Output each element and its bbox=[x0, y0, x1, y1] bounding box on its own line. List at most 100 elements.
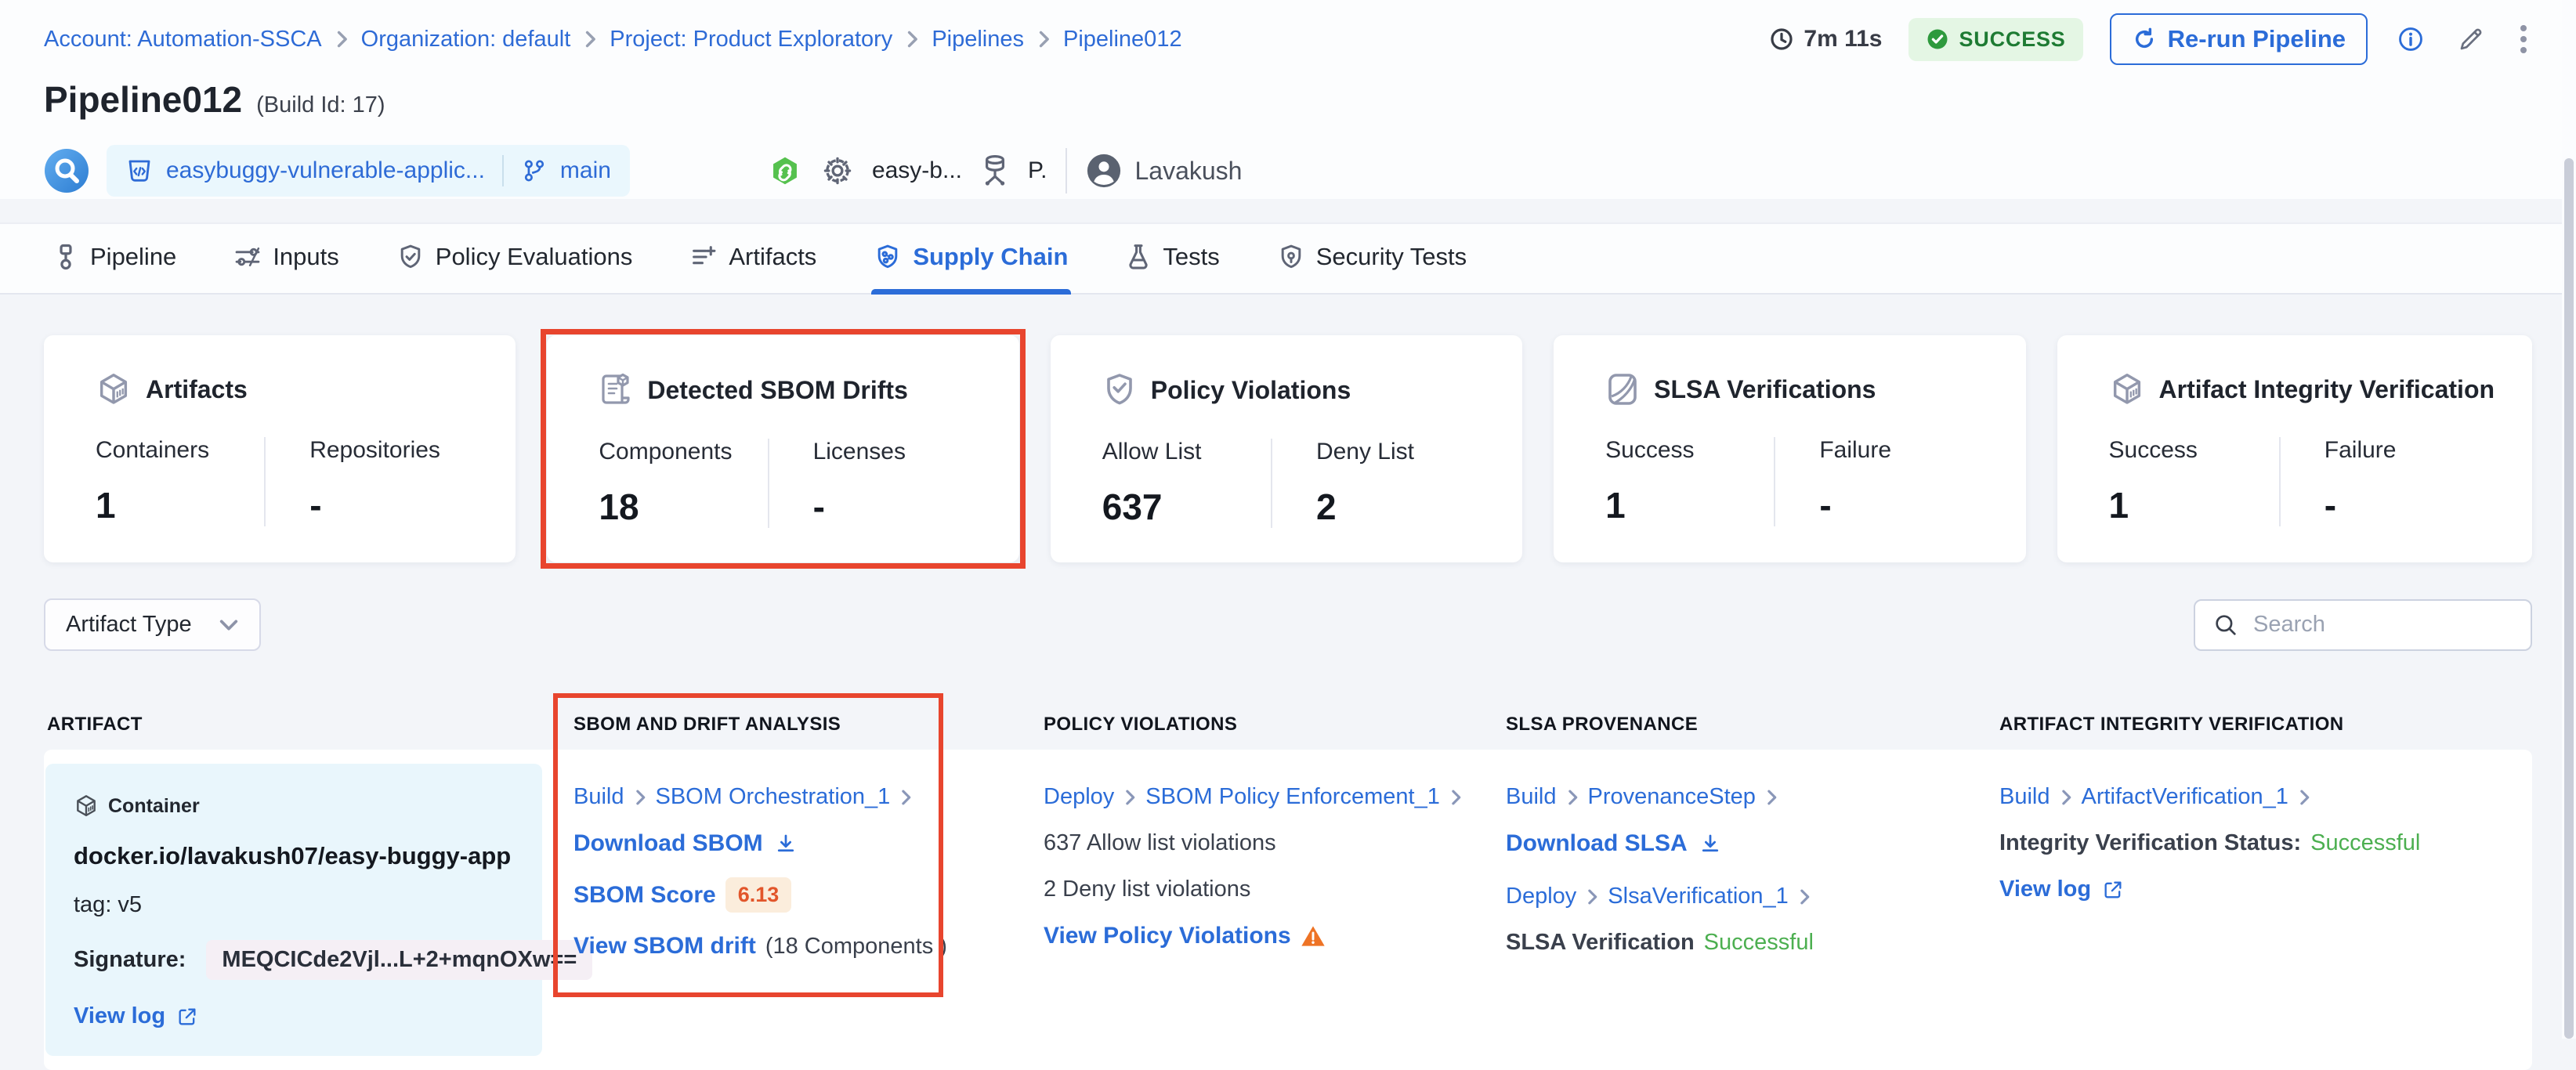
sbom-drift-components: (18 Components ) bbox=[765, 934, 947, 960]
breadcrumb-current[interactable]: Pipeline012 bbox=[1063, 27, 1182, 52]
download-icon bbox=[1699, 832, 1722, 855]
card-artifact-integrity-verification: Artifact Integrity Verification Success … bbox=[2057, 335, 2533, 562]
breadcrumb-account[interactable]: Account: Automation-SSCA bbox=[44, 27, 322, 52]
delegate-icon bbox=[979, 154, 1011, 188]
refresh-icon bbox=[2132, 27, 2157, 52]
branch-name[interactable]: main bbox=[560, 157, 611, 184]
status-badge: SUCCESS bbox=[1908, 18, 2082, 61]
webhook-trigger-icon bbox=[767, 153, 803, 189]
breadcrumb-pipelines[interactable]: Pipelines bbox=[932, 27, 1024, 52]
stage-link-build[interactable]: Build bbox=[1506, 784, 1557, 810]
chevron-right-icon bbox=[583, 30, 597, 49]
vertical-scrollbar[interactable] bbox=[2562, 0, 2576, 1039]
scrollbar-thumb[interactable] bbox=[2564, 158, 2574, 1039]
stage-link-deploy[interactable]: Deploy bbox=[1506, 884, 1576, 909]
sbom-score-link[interactable]: SBOM Score bbox=[573, 882, 716, 909]
integrity-status-value: Successful bbox=[2310, 830, 2420, 856]
metric-licenses: Licenses - bbox=[768, 439, 982, 528]
metric-components: Components 18 bbox=[599, 439, 767, 528]
artifact-type-chip: Container bbox=[74, 793, 514, 819]
col-header-integrity: ARTIFACT INTEGRITY VERIFICATION bbox=[1990, 714, 2532, 736]
tab-artifacts[interactable]: Artifacts bbox=[687, 226, 819, 293]
breadcrumb-organization[interactable]: Organization: default bbox=[361, 27, 571, 52]
chevron-down-icon bbox=[219, 618, 239, 632]
chevron-right-icon bbox=[335, 30, 349, 49]
metric-containers: Containers 1 bbox=[96, 437, 264, 526]
shield-check-icon bbox=[1102, 371, 1137, 409]
artifact-tag: tag: v5 bbox=[74, 892, 514, 918]
more-options-kebab-icon[interactable] bbox=[2515, 20, 2532, 58]
table-header-row: ARTIFACT SBOM AND DRIFT ANALYSIS POLICY … bbox=[44, 714, 2532, 750]
card-slsa-verifications: SLSA Verifications Success 1 Failure - bbox=[1554, 335, 2025, 562]
search-input[interactable] bbox=[2253, 612, 2513, 638]
repo-name[interactable]: easybuggy-vulnerable-applic... bbox=[166, 157, 485, 184]
tab-supply-chain[interactable]: Supply Chain bbox=[871, 226, 1071, 293]
slsa-icon bbox=[1605, 371, 1640, 407]
user-group: Lavakush bbox=[1086, 153, 1242, 189]
tab-pipeline[interactable]: Pipeline bbox=[50, 226, 179, 293]
step-link-policy-enforcement[interactable]: SBOM Policy Enforcement_1 bbox=[1145, 784, 1440, 810]
user-name: Lavakush bbox=[1134, 157, 1242, 186]
stage-link-deploy[interactable]: Deploy bbox=[1044, 784, 1114, 810]
tab-bar: Pipeline Inputs Policy Evaluations Artif… bbox=[0, 222, 2576, 295]
col-header-policy: POLICY VIOLATIONS bbox=[1034, 714, 1496, 736]
view-log-link[interactable]: View log bbox=[74, 1003, 198, 1029]
divider bbox=[1065, 148, 1067, 193]
slsa-provenance-cell: Build ProvenanceStep Download SLSA Deplo… bbox=[1496, 756, 1990, 1064]
deny-list-violations: 2 Deny list violations bbox=[1044, 877, 1250, 902]
stage-link-build[interactable]: Build bbox=[1999, 784, 2050, 810]
page-title: Pipeline012 bbox=[44, 78, 242, 121]
view-sbom-drift-link[interactable]: View SBOM drift bbox=[573, 933, 756, 960]
step-link-provenance[interactable]: ProvenanceStep bbox=[1588, 784, 1756, 810]
artifacts-table: ARTIFACT SBOM AND DRIFT ANALYSIS POLICY … bbox=[44, 714, 2532, 1070]
artifact-cell: Container docker.io/lavakush07/easy-bugg… bbox=[44, 756, 564, 1064]
module-icon bbox=[44, 148, 89, 193]
metric-repositories: Repositories - bbox=[264, 437, 478, 526]
artifact-integrity-cell: Build ArtifactVerification_1 Integrity V… bbox=[1990, 756, 2532, 1064]
trigger-short-name[interactable]: P. bbox=[1028, 157, 1047, 184]
rerun-pipeline-button[interactable]: Re-run Pipeline bbox=[2110, 13, 2368, 65]
repository-icon bbox=[125, 157, 154, 185]
chevron-right-icon bbox=[2060, 789, 2072, 806]
chevron-right-icon bbox=[1586, 888, 1598, 906]
view-policy-violations-link[interactable]: View Policy Violations bbox=[1044, 923, 1291, 949]
metric-integrity-failure: Failure - bbox=[2279, 437, 2495, 526]
tab-security-tests[interactable]: Security Tests bbox=[1275, 226, 1470, 293]
chevron-right-icon bbox=[634, 789, 646, 806]
card-policy-violations: Policy Violations Allow List 637 Deny Li… bbox=[1051, 335, 1522, 562]
download-sbom-link[interactable]: Download SBOM bbox=[573, 830, 798, 857]
breadcrumb-project[interactable]: Project: Product Exploratory bbox=[610, 27, 892, 52]
tab-tests[interactable]: Tests bbox=[1123, 226, 1222, 293]
step-link-sbom-orchestration[interactable]: SBOM Orchestration_1 bbox=[656, 784, 891, 810]
chevron-right-icon bbox=[1123, 789, 1136, 806]
sbom-drift-cell: Build SBOM Orchestration_1 Download SBOM… bbox=[564, 756, 1034, 1064]
external-link-icon bbox=[2102, 879, 2124, 901]
external-link-icon bbox=[176, 1006, 198, 1028]
view-log-link[interactable]: View log bbox=[1999, 877, 2124, 902]
artifact-image-name: docker.io/lavakush07/easy-buggy-app bbox=[74, 842, 514, 870]
trigger-pipeline-name[interactable]: easy-b... bbox=[872, 157, 962, 184]
step-link-artifact-verification[interactable]: ArtifactVerification_1 bbox=[2082, 784, 2288, 810]
chevron-right-icon bbox=[1037, 30, 1051, 49]
download-slsa-link[interactable]: Download SLSA bbox=[1506, 830, 1722, 857]
col-header-artifact: ARTIFACT bbox=[44, 714, 564, 736]
chevron-right-icon bbox=[1765, 789, 1778, 806]
cube-icon bbox=[74, 793, 99, 819]
status-text: SUCCESS bbox=[1959, 27, 2065, 52]
stage-link-build[interactable]: Build bbox=[573, 784, 624, 810]
repo-branch-pill: easybuggy-vulnerable-applic... main bbox=[107, 145, 630, 197]
step-link-slsa-verification[interactable]: SlsaVerification_1 bbox=[1608, 884, 1789, 909]
info-icon[interactable] bbox=[2394, 23, 2427, 56]
search-icon bbox=[2212, 612, 2239, 638]
summary-cards: Artifacts Containers 1 Repositories - De… bbox=[44, 335, 2532, 562]
edit-pencil-icon[interactable] bbox=[2454, 22, 2488, 56]
tab-policy-evaluations[interactable]: Policy Evaluations bbox=[394, 226, 636, 293]
cube-icon bbox=[2109, 371, 2145, 407]
divider bbox=[502, 155, 504, 186]
artifact-type-dropdown[interactable]: Artifact Type bbox=[44, 598, 261, 651]
sbom-scroll-icon bbox=[599, 371, 633, 409]
tab-inputs[interactable]: Inputs bbox=[231, 226, 342, 293]
card-detected-sbom-drifts: Detected SBOM Drifts Components 18 Licen… bbox=[547, 335, 1018, 562]
execution-duration: 7m 11s bbox=[1769, 26, 1882, 52]
col-header-slsa: SLSA PROVENANCE bbox=[1496, 714, 1990, 736]
